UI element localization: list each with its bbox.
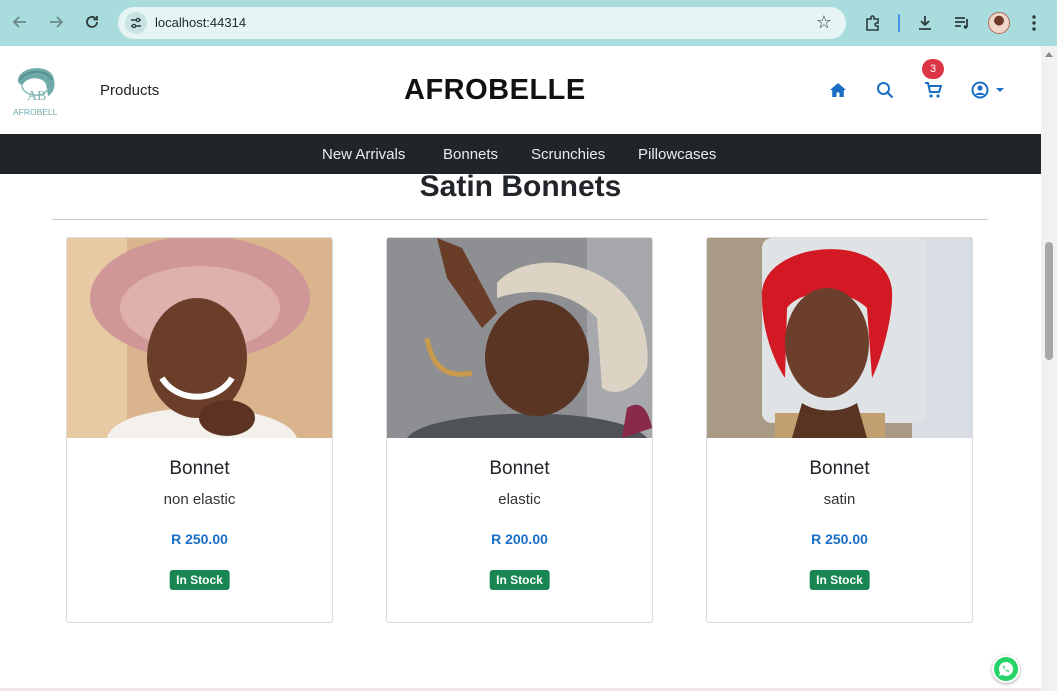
product-card[interactable]: Bonnet satin R 250.00 In Stock xyxy=(706,237,973,623)
user-circle-icon xyxy=(971,81,1004,99)
product-image[interactable] xyxy=(387,238,652,438)
address-bar[interactable]: localhost:44314 ☆ xyxy=(118,7,846,39)
logo-wordmark: AFROBELLE xyxy=(13,107,58,117)
scroll-up-arrow-icon[interactable] xyxy=(1045,52,1053,57)
nav-item-new-arrivals[interactable]: New Arrivals xyxy=(322,146,405,163)
product-card[interactable]: Bonnet non elastic R 250.00 In Stock xyxy=(66,237,333,623)
stock-badge: In Stock xyxy=(169,570,230,590)
product-image[interactable] xyxy=(67,238,332,438)
cart-count-badge: 3 xyxy=(922,59,944,79)
nav-item-pillowcases[interactable]: Pillowcases xyxy=(638,146,716,163)
account-menu-toggle[interactable] xyxy=(970,80,1006,100)
toolbar-divider xyxy=(898,14,900,32)
brand-logo[interactable]: AB AFROBELLE xyxy=(12,58,63,120)
download-icon[interactable] xyxy=(914,12,936,34)
browser-toolbar: localhost:44314 ☆ xyxy=(0,0,1057,46)
search-icon[interactable] xyxy=(875,80,895,100)
nav-item-bonnets[interactable]: Bonnets xyxy=(443,146,498,163)
kebab-menu-icon[interactable] xyxy=(1023,12,1045,34)
product-image[interactable] xyxy=(707,238,972,438)
back-icon[interactable] xyxy=(9,11,31,33)
product-name[interactable]: Bonnet xyxy=(67,458,332,480)
product-name[interactable]: Bonnet xyxy=(707,458,972,480)
product-name[interactable]: Bonnet xyxy=(387,458,652,480)
nav-item-scrunchies[interactable]: Scrunchies xyxy=(531,146,605,163)
bookmark-star-icon[interactable]: ☆ xyxy=(816,12,832,33)
product-price: R 200.00 xyxy=(491,531,548,547)
reload-icon[interactable] xyxy=(81,11,103,33)
section-divider xyxy=(52,219,988,220)
site-info-icon[interactable] xyxy=(125,12,147,34)
product-description: elastic xyxy=(498,491,541,508)
cart-icon[interactable] xyxy=(923,80,943,100)
page-scrollbar[interactable] xyxy=(1041,46,1057,691)
site-brand[interactable]: AFROBELLE xyxy=(404,74,586,107)
media-queue-icon[interactable] xyxy=(951,12,973,34)
url-text[interactable]: localhost:44314 xyxy=(155,15,246,30)
products-link[interactable]: Products xyxy=(100,82,159,99)
logo-monogram: AB xyxy=(27,89,46,104)
product-price: R 250.00 xyxy=(171,531,228,547)
product-price: R 250.00 xyxy=(811,531,868,547)
stock-badge: In Stock xyxy=(489,570,550,590)
forward-icon[interactable] xyxy=(45,11,67,33)
product-description: non elastic xyxy=(163,491,236,508)
scrollbar-thumb[interactable] xyxy=(1045,242,1053,360)
category-nav: New Arrivals Bonnets Scrunchies Pillowca… xyxy=(0,134,1041,174)
product-card[interactable]: Bonnet elastic R 200.00 In Stock xyxy=(386,237,653,623)
stock-badge: In Stock xyxy=(809,570,870,590)
whatsapp-chat-icon[interactable] xyxy=(992,655,1020,683)
extensions-icon[interactable] xyxy=(862,12,884,34)
section-title: Satin Bonnets xyxy=(419,170,622,203)
product-description: satin xyxy=(823,491,856,508)
site-header: AB AFROBELLE Products AFROBELLE 3 xyxy=(0,46,1041,134)
profile-avatar[interactable] xyxy=(988,12,1010,34)
home-icon[interactable] xyxy=(828,80,848,100)
